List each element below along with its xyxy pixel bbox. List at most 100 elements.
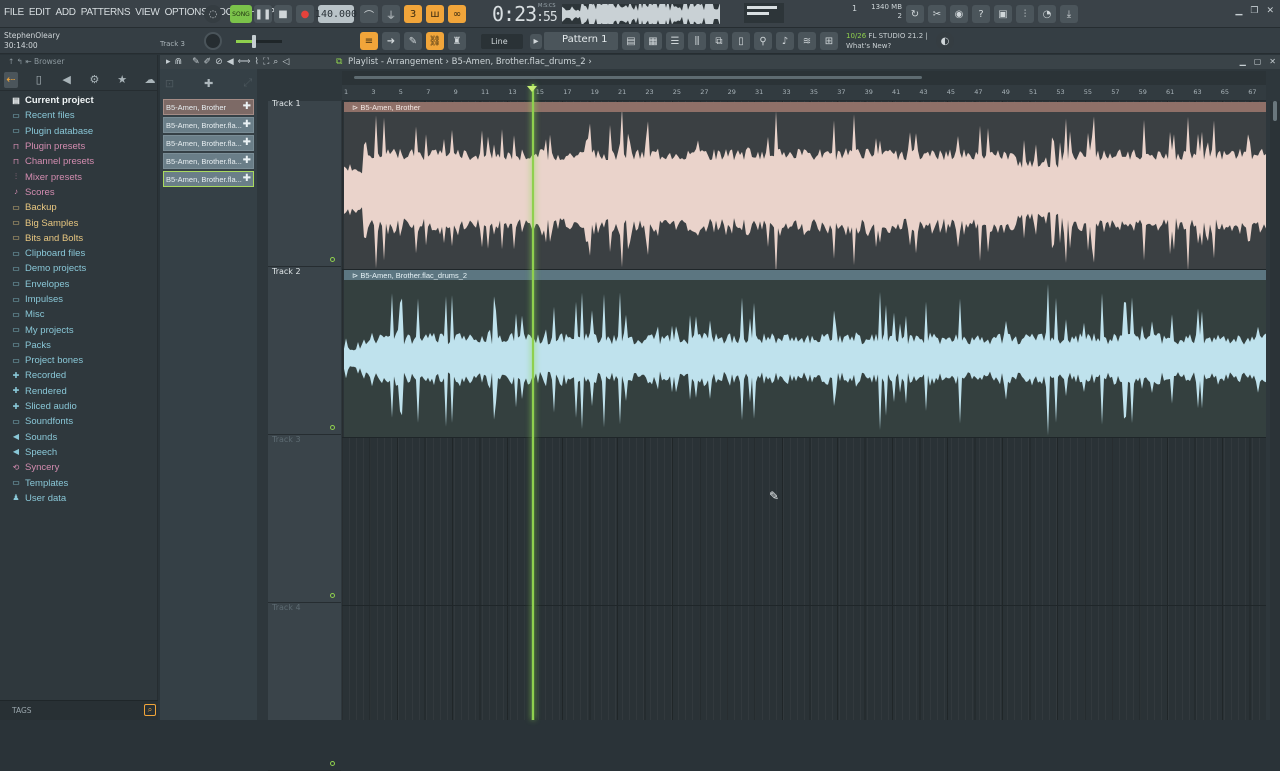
pattern-prev-icon[interactable]: ▸ — [530, 34, 542, 49]
browser-item-backup[interactable]: ▭ Backup — [0, 200, 157, 215]
browser-item-user-data[interactable]: ♟ User data — [0, 491, 157, 506]
project-info-icon[interactable]: ▯ — [732, 32, 750, 50]
clip-add-icon[interactable]: ✚ — [243, 119, 251, 130]
browser-item-plugin-database[interactable]: ▭ Plugin database — [0, 124, 157, 139]
mute-icon[interactable]: ◀ — [227, 57, 234, 67]
tags-bar[interactable]: TAGS ⌕ — [0, 700, 158, 720]
stop-button[interactable]: ■ — [274, 5, 292, 23]
loop-record-icon[interactable]: ∞ — [448, 5, 466, 23]
snap-selector[interactable]: Line — [481, 34, 523, 49]
chat-icon[interactable]: ◔ — [1038, 5, 1056, 23]
cart-icon[interactable]: ⊞ — [820, 32, 838, 50]
back-icon[interactable]: ⇠ — [4, 71, 18, 88]
browser-item-big-samples[interactable]: ▭ Big Samples — [0, 215, 157, 230]
menu-edit[interactable]: EDIT — [29, 7, 51, 18]
menu-arrow-icon[interactable]: ▸ — [166, 57, 171, 67]
song-mode-button[interactable]: SONG — [230, 5, 252, 23]
menu-view[interactable]: VIEW — [135, 7, 160, 18]
close-icon[interactable]: ✕ — [1266, 6, 1274, 16]
refresh-icon[interactable]: ↻ — [906, 5, 924, 23]
mic-icon[interactable]: ◉ — [950, 5, 968, 23]
piano-roll-icon[interactable]: ▦ — [644, 32, 662, 50]
browser-item-bits-and-bolts[interactable]: ▭ Bits and Bolts — [0, 231, 157, 246]
play-button[interactable]: ❚❚ — [254, 5, 272, 23]
browser-item-recorded[interactable]: ✚ Recorded — [0, 368, 157, 383]
playhead[interactable] — [531, 84, 535, 720]
browser-item-plugin-presets[interactable]: ⊓ Plugin presets — [0, 139, 157, 154]
record-button[interactable]: ● — [296, 5, 314, 23]
plugin-icon[interactable]: ⚙ — [87, 72, 101, 88]
track-enable-icon[interactable] — [330, 257, 335, 262]
download-icon[interactable]: ⤓ — [1060, 5, 1078, 23]
browser-item-mixer-presets[interactable]: ⫶ Mixer presets — [0, 169, 157, 184]
track-header-4[interactable]: Track 4 — [268, 603, 341, 771]
clip-source-item[interactable]: B5-Amen, Brother.fla... ✚ — [163, 135, 254, 151]
cut-icon[interactable]: ✂ — [928, 5, 946, 23]
hint-knob-icon[interactable]: ◌ — [204, 5, 222, 23]
save-icon[interactable]: ▣ — [994, 5, 1012, 23]
master-pitch-slider[interactable] — [236, 35, 282, 48]
playlist-view-icon[interactable]: ≡ — [360, 32, 378, 50]
slip-icon[interactable]: ⟺ — [238, 57, 251, 67]
clip-add-icon[interactable]: ✚ — [243, 173, 251, 184]
search-icon[interactable]: ⌕ — [144, 704, 156, 716]
help-icon[interactable]: ? — [972, 5, 990, 23]
horizontal-overview[interactable] — [342, 71, 1266, 85]
arrow-icon[interactable]: ➜ — [382, 32, 400, 50]
clip-source-item[interactable]: B5-Amen, Brother.fla... ✚ — [163, 171, 254, 187]
track-header-2[interactable]: Track 2 — [268, 267, 341, 435]
browser-item-my-projects[interactable]: ▭ My projects — [0, 322, 157, 337]
add-clip-icon[interactable]: ✚ — [204, 77, 213, 90]
track-enable-icon[interactable] — [330, 425, 335, 430]
link-icon[interactable]: ⛓ — [426, 32, 444, 50]
track-enable-icon[interactable] — [330, 593, 335, 598]
news-toggle-icon[interactable]: ◐ — [936, 32, 954, 50]
file-icon[interactable]: ▯ — [32, 72, 46, 88]
news-panel[interactable]: 10/26 FL STUDIO 21.2 | What's New? — [846, 31, 928, 51]
mixer-icon[interactable]: ⫶ — [1016, 5, 1034, 23]
browser-item-scores[interactable]: ♪ Scores — [0, 185, 157, 200]
browser-item-current-project[interactable]: ▤ Current project — [0, 93, 157, 108]
wait-input-icon[interactable]: ⏚ — [382, 5, 400, 23]
delete-icon[interactable]: ⊘ — [215, 57, 223, 67]
close-icon[interactable]: ✕ — [1269, 57, 1276, 66]
browser-item-impulses[interactable]: ▭ Impulses — [0, 292, 157, 307]
menu-file[interactable]: FILE — [4, 7, 24, 18]
audio-clip-2[interactable]: ⊳ B5-Amen, Brother.flac_drums_2 — [344, 270, 1266, 437]
step-edit-icon[interactable]: ш — [426, 5, 444, 23]
playlist-lanes[interactable]: ⊳ B5-Amen, Brother ⊳ B5-Amen, Brother.fl… — [342, 101, 1266, 720]
browser-item-soundfonts[interactable]: ▭ Soundfonts — [0, 414, 157, 429]
countdown-icon[interactable]: 3 — [404, 5, 422, 23]
clip-source-item[interactable]: B5-Amen, Brother ✚ — [163, 99, 254, 115]
browser-item-recent-files[interactable]: ▭ Recent files — [0, 108, 157, 123]
tempo-display[interactable]: 140.000 — [315, 5, 357, 23]
render-icon[interactable]: ≋ — [798, 32, 816, 50]
track-header-3[interactable]: Track 3 — [268, 435, 341, 603]
browser-item-sliced-audio[interactable]: ✚ Sliced audio — [0, 399, 157, 414]
browser-item-misc[interactable]: ▭ Misc — [0, 307, 157, 322]
browser-item-envelopes[interactable]: ▭ Envelopes — [0, 277, 157, 292]
plugin-picker-icon[interactable]: ⧉ — [710, 32, 728, 50]
maximize-icon[interactable]: ▢ — [1254, 57, 1262, 66]
stamp-icon[interactable]: ♜ — [448, 32, 466, 50]
track-header-1[interactable]: Track 1 — [268, 99, 341, 267]
menu-options[interactable]: OPTIONS — [165, 7, 208, 18]
mixer-view-icon[interactable]: ⫼ — [688, 32, 706, 50]
star-icon[interactable]: ★ — [115, 72, 129, 88]
playback-icon[interactable]: ◁ — [282, 57, 289, 67]
vertical-scrollbar[interactable] — [1270, 101, 1280, 720]
browser-item-channel-presets[interactable]: ⊓ Channel presets — [0, 154, 157, 169]
menu-patterns[interactable]: PATTERNS — [81, 7, 131, 18]
browser-item-demo-projects[interactable]: ▭ Demo projects — [0, 261, 157, 276]
browser-item-templates[interactable]: ▭ Templates — [0, 475, 157, 490]
plugin-icon[interactable]: ⚲ — [754, 32, 772, 50]
slice-icon[interactable]: ⌇ — [255, 57, 259, 67]
clip-source-item[interactable]: B5-Amen, Brother.fla... ✚ — [163, 153, 254, 169]
pattern-selector[interactable]: Pattern 1 — [544, 32, 618, 50]
timeline-ruler[interactable]: 1 3 5 7 9 11 13 15 17 19 21 23 25 27 29 31 33 35 37 39 41 43 4… — [342, 85, 1266, 101]
restore-icon[interactable]: ❐ — [1250, 6, 1258, 16]
magnet-icon[interactable]: ⋒ — [175, 57, 183, 67]
browser-item-clipboard-files[interactable]: ▭ Clipboard files — [0, 246, 157, 261]
clip-add-icon[interactable]: ✚ — [243, 155, 251, 166]
browser-item-sounds[interactable]: ◀ Sounds — [0, 430, 157, 445]
